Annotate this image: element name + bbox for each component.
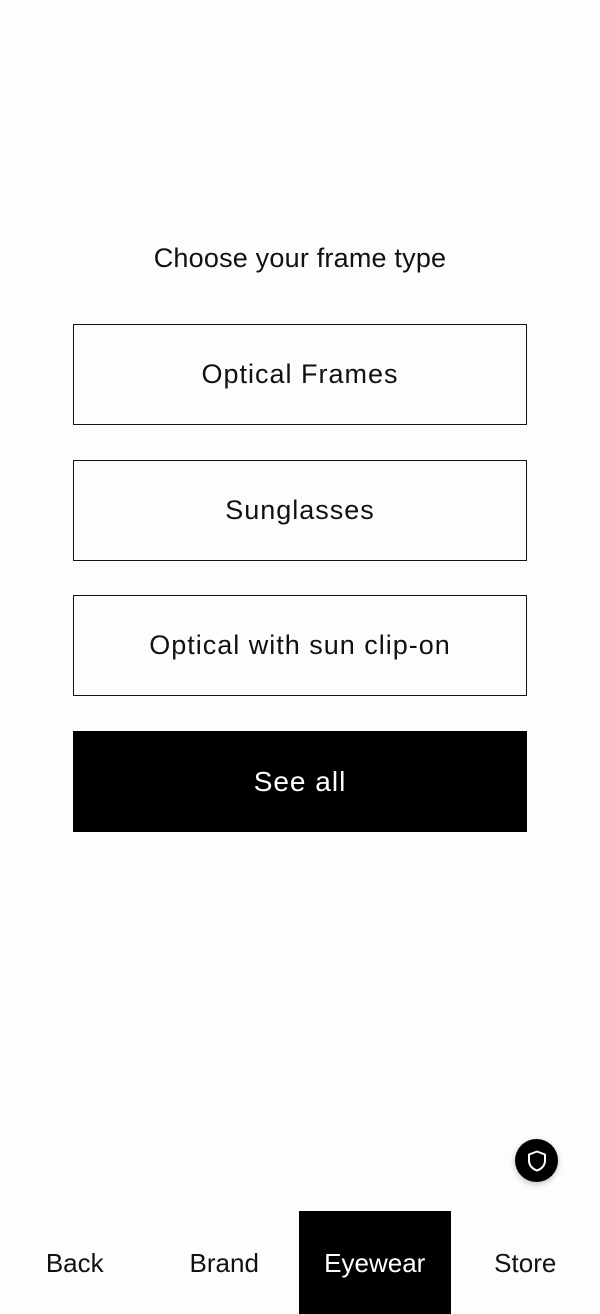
shield-icon [527,1150,547,1172]
nav-item-back[interactable]: Back [0,1211,150,1314]
option-optical-frames-button[interactable]: Optical Frames [73,324,527,425]
nav-item-store[interactable]: Store [451,1211,600,1314]
option-sunglasses-button[interactable]: Sunglasses [73,460,527,561]
bottom-nav: Back Brand Eyewear Store [0,1211,600,1314]
nav-item-eyewear[interactable]: Eyewear [299,1211,451,1314]
page-title: Choose your frame type [153,243,447,273]
nav-item-brand[interactable]: Brand [150,1211,300,1314]
privacy-shield-button[interactable] [515,1139,558,1182]
see-all-button[interactable]: See all [73,731,527,832]
option-optical-sun-clip-on-button[interactable]: Optical with sun clip-on [73,595,527,696]
